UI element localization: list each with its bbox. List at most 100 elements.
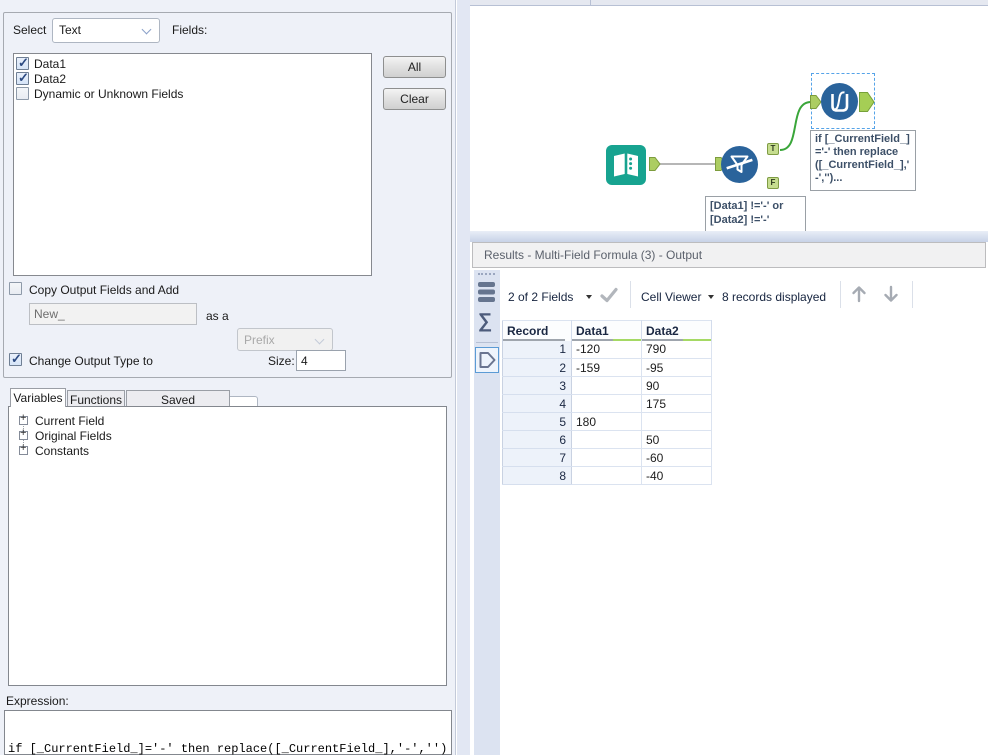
- multi-field-formula-config-panel: Select Text Fields: Data1 Data2 Dynamic …: [0, 0, 456, 755]
- tree-expand-icon[interactable]: [19, 443, 28, 455]
- column-header-label: Record: [507, 323, 549, 338]
- change-output-type-checkbox[interactable]: [9, 351, 22, 367]
- scroll-down-arrow-icon[interactable]: [883, 285, 899, 303]
- table-row[interactable]: 7 -60: [502, 448, 712, 467]
- results-table[interactable]: Record Data1 Data2 1 -120 790 2 -159 -95 3 90…: [502, 320, 712, 485]
- data-cell[interactable]: [571, 430, 642, 449]
- record-number-cell[interactable]: 8: [502, 466, 572, 485]
- data-cell[interactable]: [571, 376, 642, 395]
- annotation-line: ='-' then replace: [815, 146, 899, 158]
- table-row[interactable]: 1 -120 790: [502, 340, 712, 359]
- filter-tool[interactable]: [721, 146, 758, 183]
- input-data-output-anchor[interactable]: [649, 157, 661, 171]
- cell-viewer-dropdown[interactable]: Cell Viewer: [641, 290, 701, 304]
- panel-splitter[interactable]: [457, 0, 470, 755]
- multi-field-formula-tool[interactable]: [821, 83, 858, 120]
- cell-viewer-caret-icon[interactable]: [708, 295, 714, 299]
- data-cell[interactable]: 50: [641, 430, 712, 449]
- filter-true-anchor[interactable]: T: [767, 143, 779, 155]
- data-cell[interactable]: -60: [641, 448, 712, 467]
- clear-button[interactable]: Clear: [383, 88, 446, 110]
- annotation-line: -','')...: [815, 172, 843, 184]
- table-row[interactable]: 8 -40: [502, 466, 712, 485]
- data-cell[interactable]: [641, 412, 712, 431]
- data-cell[interactable]: -95: [641, 358, 712, 377]
- table-row[interactable]: 6 50: [502, 430, 712, 449]
- size-label: Size:: [268, 354, 295, 368]
- tree-expand-icon[interactable]: [19, 428, 28, 440]
- field-item-data1[interactable]: Data1: [16, 55, 369, 71]
- data-cell[interactable]: 180: [571, 412, 642, 431]
- tree-item-current-field[interactable]: Current Field: [19, 413, 446, 428]
- record-number-cell[interactable]: 1: [502, 340, 572, 359]
- record-number-cell[interactable]: 5: [502, 412, 572, 431]
- data-cell[interactable]: -159: [571, 358, 642, 377]
- apply-check-icon[interactable]: [600, 287, 618, 303]
- filter-false-anchor[interactable]: F: [767, 177, 779, 189]
- data-pentagon-icon: [479, 352, 496, 368]
- data-view-toggle-selected[interactable]: [475, 347, 499, 373]
- fields-listbox[interactable]: Data1 Data2 Dynamic or Unknown Fields: [13, 53, 372, 276]
- toolbar-separator: [630, 281, 631, 308]
- fields-summary-dropdown[interactable]: 2 of 2 Fields: [508, 290, 573, 304]
- table-row[interactable]: 4 175: [502, 394, 712, 413]
- new-field-prefix-input[interactable]: New_: [29, 303, 197, 325]
- table-row[interactable]: 5 180: [502, 412, 712, 431]
- tree-item-original-fields[interactable]: Original Fields: [19, 428, 446, 443]
- table-row[interactable]: 3 90: [502, 376, 712, 395]
- formula-beaker-icon: [831, 91, 849, 112]
- data-cell[interactable]: 90: [641, 376, 712, 395]
- expression-editor[interactable]: if [_CurrentField_]='-' then replace([_C…: [4, 710, 452, 755]
- data-cell[interactable]: -40: [641, 466, 712, 485]
- record-number-cell[interactable]: 3: [502, 376, 572, 395]
- tab-functions[interactable]: Functions: [67, 390, 125, 407]
- chevron-down-icon: [314, 334, 325, 345]
- record-number-cell[interactable]: 4: [502, 394, 572, 413]
- metadata-sigma-icon[interactable]: ∑: [478, 310, 496, 336]
- tree-expand-icon[interactable]: [19, 413, 28, 425]
- all-button[interactable]: All: [383, 56, 446, 78]
- prefix-suffix-value: Prefix: [244, 333, 275, 347]
- results-view-icon-strip: ∑: [474, 270, 500, 755]
- record-number-cell[interactable]: 6: [502, 430, 572, 449]
- table-row[interactable]: 2 -159 -95: [502, 358, 712, 377]
- field-type-select[interactable]: Text: [52, 18, 160, 43]
- data-cell[interactable]: -120: [571, 340, 642, 359]
- scroll-up-arrow-icon[interactable]: [851, 285, 867, 303]
- record-number-cell[interactable]: 2: [502, 358, 572, 377]
- type-underline-grey: [572, 338, 614, 341]
- workflow-canvas[interactable]: T F [Data1] !='-' or [Data2] !='-' if [_…: [470, 7, 988, 234]
- copy-output-label: Copy Output Fields and Add: [29, 283, 180, 297]
- strip-divider: [476, 342, 498, 343]
- size-input[interactable]: 4: [296, 350, 346, 371]
- results-splitter-bar[interactable]: [470, 231, 988, 242]
- filter-annotation[interactable]: [Data1] !='-' or [Data2] !='-': [705, 196, 806, 234]
- data-cell[interactable]: [571, 448, 642, 467]
- record-number-cell[interactable]: 7: [502, 448, 572, 467]
- checkbox-checked-icon[interactable]: [16, 70, 29, 86]
- field-item-dynamic[interactable]: Dynamic or Unknown Fields: [16, 86, 369, 101]
- input-data-tool[interactable]: [606, 145, 646, 185]
- tab-variables[interactable]: Variables: [10, 388, 66, 407]
- layout-stack-icon[interactable]: [477, 281, 497, 304]
- column-header-data2[interactable]: Data2: [641, 320, 712, 341]
- type-underline-green: [613, 338, 641, 341]
- data-cell[interactable]: 790: [641, 340, 712, 359]
- drag-grip-icon[interactable]: [478, 273, 495, 275]
- copy-output-checkbox[interactable]: [9, 282, 22, 295]
- data-cell[interactable]: [571, 466, 642, 485]
- formula-output-anchor[interactable]: [859, 92, 875, 112]
- formula-annotation[interactable]: if [_CurrentField_] ='-' then replace ([…: [810, 130, 916, 191]
- data-cell[interactable]: 175: [641, 394, 712, 413]
- column-header-data1[interactable]: Data1: [571, 320, 642, 341]
- tab-saved-expressions[interactable]: Saved Expressions: [126, 390, 230, 421]
- column-header-record[interactable]: Record: [502, 320, 572, 341]
- tree-item-constants[interactable]: Constants: [19, 443, 446, 458]
- checkbox-checked-icon[interactable]: [16, 55, 29, 71]
- data-cell[interactable]: [571, 394, 642, 413]
- prefix-suffix-select[interactable]: Prefix: [237, 328, 333, 351]
- checkbox-unchecked-icon[interactable]: [16, 87, 29, 100]
- fields-summary-caret-icon[interactable]: [586, 295, 592, 299]
- type-underline-green: [683, 338, 711, 341]
- field-item-data2[interactable]: Data2: [16, 70, 369, 86]
